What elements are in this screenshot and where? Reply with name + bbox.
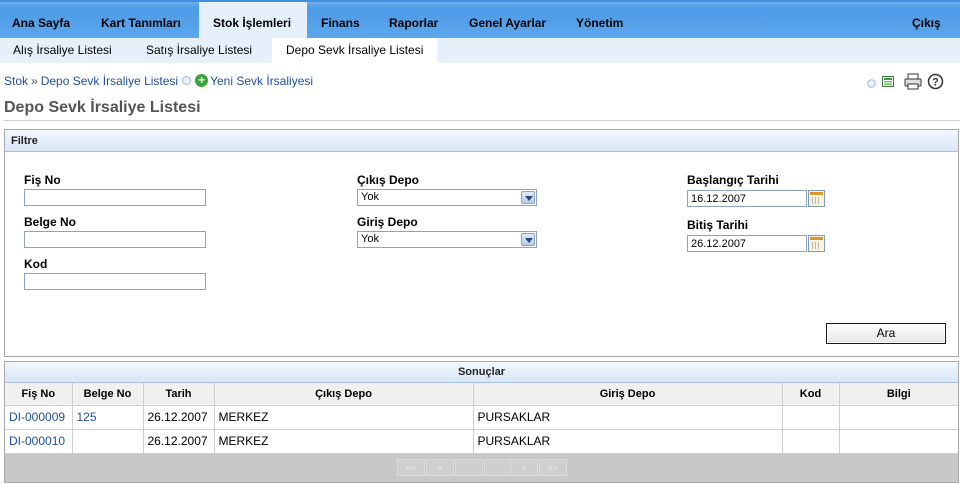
pager-last-button[interactable]: »»: [539, 459, 567, 476]
column-header-cikis-depo[interactable]: Çıkış Depo: [214, 383, 474, 406]
kod-cell: [782, 429, 840, 454]
add-icon: +: [195, 74, 209, 88]
cikis-depo-cell: MERKEZ: [214, 405, 474, 430]
giris-depo-cell: PURSAKLAR: [473, 429, 783, 454]
kod-cell: [782, 405, 840, 430]
new-dispatch-link[interactable]: Yeni Sevk İrsaliyesi: [210, 74, 313, 88]
nav-yonetim[interactable]: Yönetim: [564, 2, 635, 38]
subnav-alis-irsaliye[interactable]: Alış İrsaliye Listesi: [13, 38, 112, 63]
svg-text:?: ?: [932, 77, 939, 89]
pager: «« « » »»: [5, 454, 958, 482]
calendar-icon[interactable]: [808, 235, 825, 252]
tarih-cell: 26.12.2007: [143, 405, 215, 430]
giris-depo-value: Yok: [361, 233, 379, 245]
divider: [4, 120, 960, 121]
belge-no-link[interactable]: [72, 429, 144, 454]
results-header: Sonuçlar: [5, 362, 958, 383]
subnav-satis-irsaliye[interactable]: Satış İrsaliye Listesi: [146, 38, 252, 63]
page-title: Depo Sevk İrsaliye Listesi: [4, 99, 201, 116]
baslangic-tarihi-label: Başlangıç Tarihi: [687, 173, 779, 187]
column-header-kod[interactable]: Kod: [782, 383, 840, 406]
column-header-fis-no[interactable]: Fiş No: [5, 383, 73, 406]
belge-no-input[interactable]: [24, 231, 206, 248]
nav-kart-tanimlari[interactable]: Kart Tanımları: [89, 2, 193, 38]
sub-nav: Alış İrsaliye Listesi Satış İrsaliye Lis…: [0, 38, 960, 63]
fis-no-input[interactable]: [24, 189, 206, 206]
tarih-cell: 26.12.2007: [143, 429, 215, 454]
print-icon[interactable]: [904, 73, 922, 93]
excel-icon[interactable]: [882, 75, 896, 91]
nav-raporlar[interactable]: Raporlar: [377, 2, 450, 38]
nav-finans[interactable]: Finans: [309, 2, 372, 38]
belge-no-label: Belge No: [24, 215, 77, 229]
chevron-down-icon[interactable]: [521, 233, 535, 246]
pager-prev-button[interactable]: «: [426, 459, 454, 476]
toolbar: ?: [866, 72, 956, 92]
breadcrumb-separator: »: [31, 73, 38, 88]
calendar-icon[interactable]: [808, 190, 825, 207]
kod-input[interactable]: [24, 273, 206, 290]
cikis-depo-select[interactable]: Yok: [357, 189, 537, 206]
pager-page-box[interactable]: [484, 459, 512, 476]
results-panel: Sonuçlar Fiş No Belge No Tarih Çıkış Dep…: [4, 361, 959, 483]
pager-first-button[interactable]: ««: [397, 459, 425, 476]
column-header-belge-no[interactable]: Belge No: [72, 383, 144, 406]
kod-label: Kod: [24, 257, 48, 271]
cikis-depo-label: Çıkış Depo: [357, 173, 420, 187]
filter-panel: Filtre Fiş No Belge No Kod Çıkış Depo Yo…: [4, 129, 959, 357]
fis-no-link[interactable]: DI-000010: [5, 429, 73, 454]
main-nav: Ana Sayfa Kart Tanımları Stok İşlemleri …: [0, 0, 960, 38]
results-table: Fiş No Belge No Tarih Çıkış Depo Giriş D…: [5, 383, 958, 454]
fis-no-link[interactable]: DI-000009: [5, 405, 73, 430]
bilgi-cell: [839, 429, 958, 454]
column-header-tarih[interactable]: Tarih: [143, 383, 215, 406]
giris-depo-cell: PURSAKLAR: [473, 405, 783, 430]
pager-next-button[interactable]: »: [510, 459, 538, 476]
giris-depo-select[interactable]: Yok: [357, 231, 537, 248]
fis-no-label: Fiş No: [24, 173, 61, 187]
bitis-tarihi-label: Bitiş Tarihi: [687, 218, 749, 232]
circle-icon: [867, 77, 876, 91]
baslangic-tarihi-input[interactable]: [687, 190, 807, 207]
search-button[interactable]: Ara: [826, 323, 946, 344]
table-header-row: Fiş No Belge No Tarih Çıkış Depo Giriş D…: [5, 383, 958, 406]
pager-page-box[interactable]: [455, 459, 483, 476]
chevron-down-icon[interactable]: [521, 191, 535, 204]
logout-link[interactable]: Çıkış: [900, 2, 953, 38]
nav-genel-ayarlar[interactable]: Genel Ayarlar: [457, 2, 558, 38]
breadcrumb: Stok» Depo Sevk İrsaliye Listesi + Yeni Sev…: [4, 73, 313, 88]
table-row[interactable]: DI-000009 125 26.12.2007 MERKEZ PURSAKLA…: [5, 405, 958, 430]
subnav-depo-sevk-irsaliye[interactable]: Depo Sevk İrsaliye Listesi: [272, 38, 438, 63]
bilgi-cell: [839, 405, 958, 430]
column-header-giris-depo[interactable]: Giriş Depo: [473, 383, 783, 406]
nav-stok-islemleri[interactable]: Stok İşlemleri: [199, 2, 308, 38]
nav-ana-sayfa[interactable]: Ana Sayfa: [0, 2, 82, 38]
circle-icon: [182, 76, 192, 86]
table-row[interactable]: DI-000010 26.12.2007 MERKEZ PURSAKLAR: [5, 429, 958, 454]
bitis-tarihi-input[interactable]: [687, 235, 807, 252]
column-header-bilgi[interactable]: Bilgi: [839, 383, 958, 406]
cikis-depo-cell: MERKEZ: [214, 429, 474, 454]
breadcrumb-stok[interactable]: Stok: [4, 74, 28, 88]
giris-depo-label: Giriş Depo: [357, 215, 418, 229]
breadcrumb-current[interactable]: Depo Sevk İrsaliye Listesi: [41, 74, 178, 88]
filter-header: Filtre: [5, 130, 958, 152]
help-icon[interactable]: ?: [927, 73, 944, 93]
cikis-depo-value: Yok: [361, 191, 379, 203]
belge-no-link[interactable]: 125: [72, 405, 144, 430]
